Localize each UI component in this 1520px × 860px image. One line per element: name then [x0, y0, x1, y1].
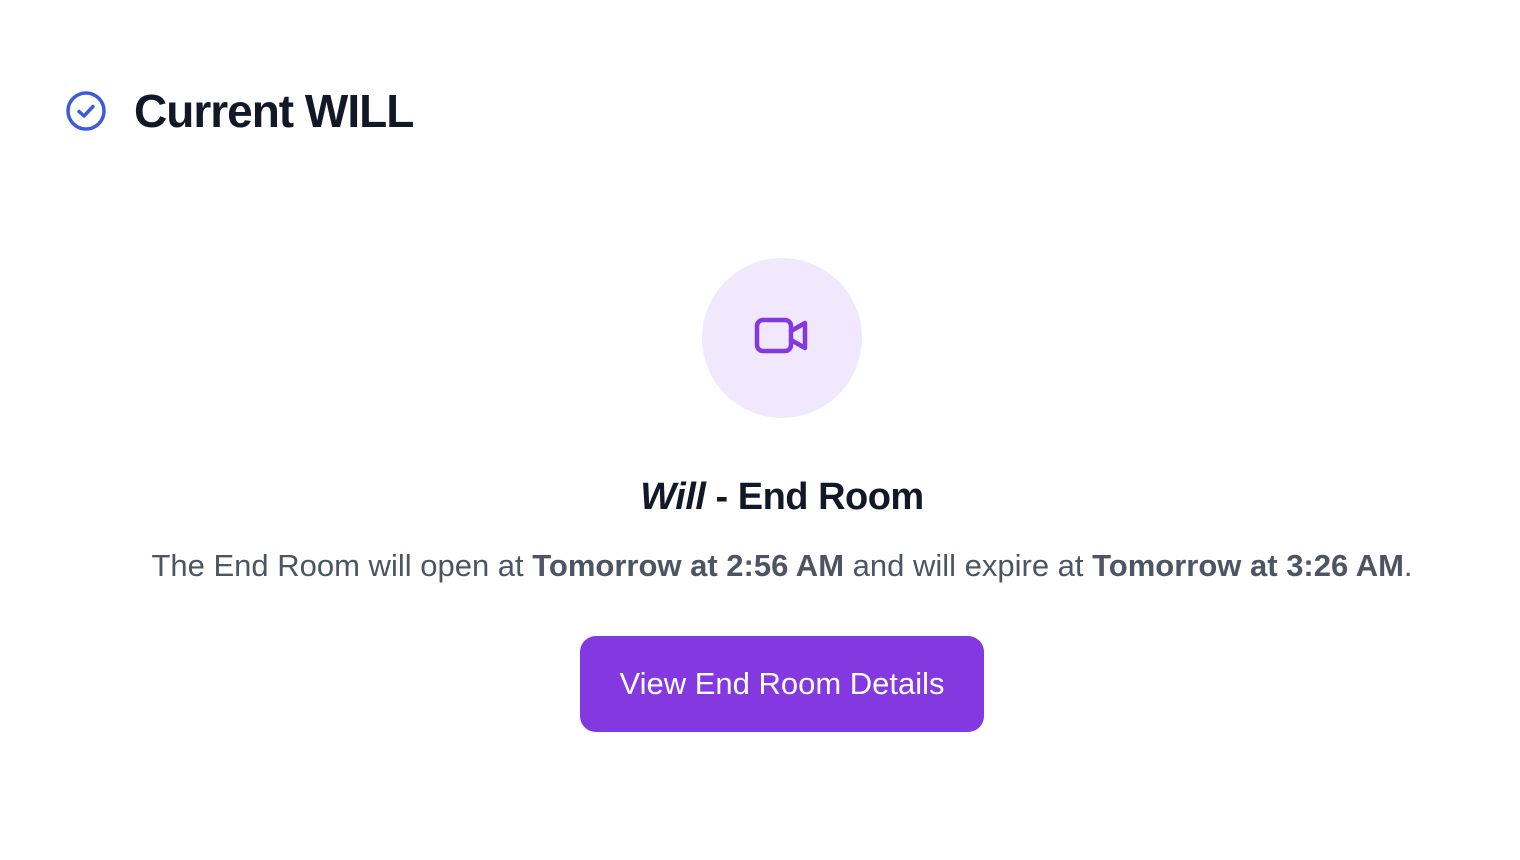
end-room-card: Will - End Room The End Room will open a…: [0, 258, 1520, 732]
description-part-2: and will expire at: [844, 548, 1093, 583]
description-part-1: The End Room will open at: [151, 548, 533, 583]
view-end-room-details-button[interactable]: View End Room Details: [580, 636, 984, 732]
open-time: Tomorrow at 2:56 AM: [532, 548, 845, 583]
page: Current WILL Will - End Room The End Roo…: [0, 0, 1520, 860]
check-circle-icon: [64, 89, 108, 133]
room-title-will: Will: [640, 476, 706, 518]
room-title-rest: - End Room: [705, 476, 925, 518]
video-icon-badge: [702, 258, 862, 418]
room-title: Will - End Room: [640, 474, 925, 520]
description-part-3: .: [1403, 548, 1413, 583]
section-header: Current WILL: [64, 84, 414, 138]
expire-time: Tomorrow at 3:26 AM: [1092, 548, 1404, 583]
page-title: Current WILL: [134, 85, 414, 137]
video-camera-icon: [754, 316, 810, 361]
room-schedule-text: The End Room will open at Tomorrow at 2:…: [151, 546, 1412, 586]
